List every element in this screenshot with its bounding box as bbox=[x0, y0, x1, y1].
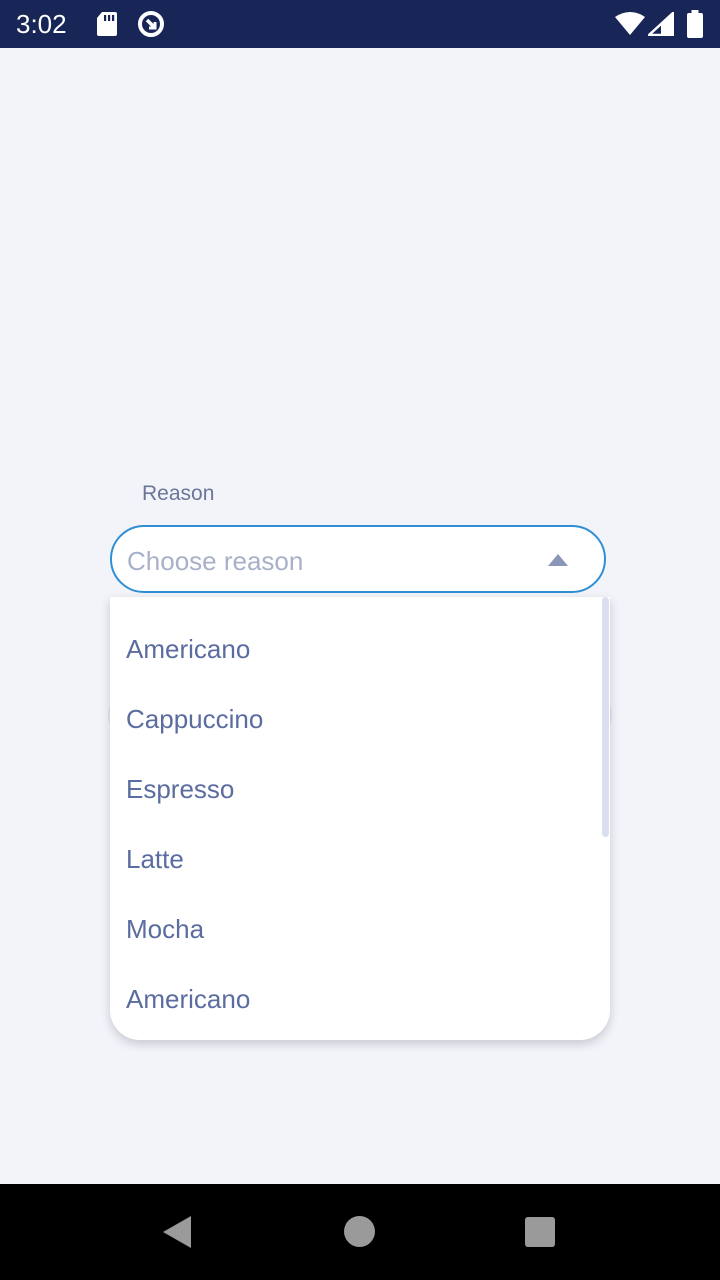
reason-dropdown-list[interactable]: Americano Cappuccino Espresso Latte Moch… bbox=[110, 597, 610, 1040]
wifi-icon bbox=[615, 12, 645, 36]
recents-icon[interactable] bbox=[525, 1217, 555, 1247]
dropdown-scrollbar[interactable] bbox=[602, 597, 609, 837]
battery-icon bbox=[687, 10, 703, 38]
option-latte[interactable]: Latte bbox=[126, 839, 184, 879]
option-cappuccino[interactable]: Cappuccino bbox=[126, 699, 263, 739]
reason-select[interactable]: Choose reason bbox=[110, 525, 606, 593]
data-saver-icon bbox=[137, 10, 165, 38]
cellular-signal-icon bbox=[648, 12, 674, 36]
sd-card-icon bbox=[96, 11, 118, 37]
status-time: 3:02 bbox=[16, 9, 67, 39]
option-americano-2[interactable]: Americano bbox=[126, 979, 250, 1019]
status-bar: 3:02 bbox=[0, 0, 720, 48]
caret-up-icon[interactable] bbox=[548, 554, 568, 566]
option-americano[interactable]: Americano bbox=[126, 629, 250, 669]
reason-label: Reason bbox=[142, 482, 215, 505]
back-icon[interactable] bbox=[163, 1216, 191, 1248]
option-espresso[interactable]: Espresso bbox=[126, 769, 234, 809]
home-icon[interactable] bbox=[344, 1216, 375, 1247]
option-mocha[interactable]: Mocha bbox=[126, 909, 204, 949]
reason-select-placeholder: Choose reason bbox=[127, 546, 304, 576]
